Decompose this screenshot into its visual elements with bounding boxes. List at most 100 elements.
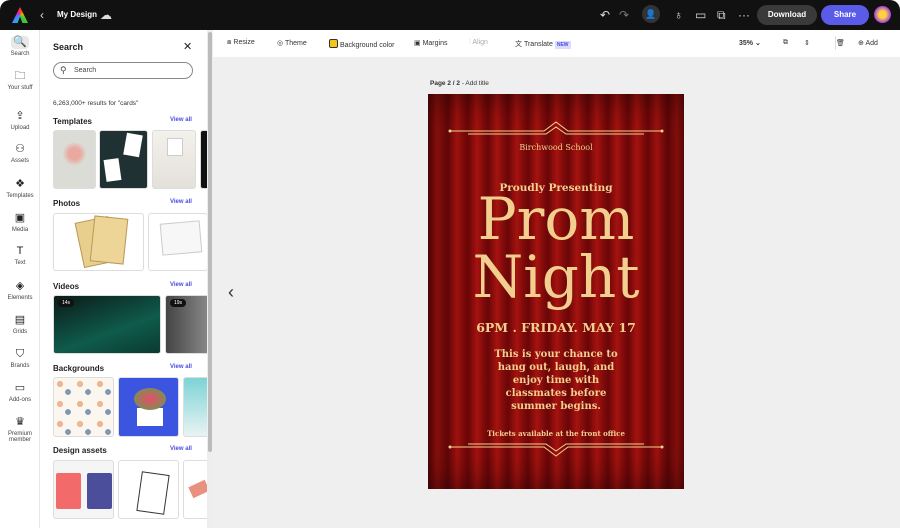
template-thumbnail[interactable] [99, 130, 148, 189]
rail-item-grids[interactable]: ▤ Grids [0, 314, 40, 335]
rail-item-add-ons[interactable]: ▭ Add-ons [0, 382, 40, 403]
rail-item-your-stuff[interactable]: 🗀 Your stuff [0, 70, 40, 91]
rail-item-assets[interactable]: ⚇ Assets [0, 143, 40, 164]
view-all-videos[interactable]: View all [170, 282, 192, 288]
rail-item-label: Search [10, 51, 30, 57]
rail-item-templates[interactable]: ❖ Templates [0, 178, 40, 199]
share-button[interactable]: Share [821, 5, 869, 25]
toolbar: ⧈ Resize ◎ Theme Background color ▣ Marg… [213, 30, 900, 57]
bottom-ornament [448, 443, 664, 457]
redo-icon[interactable]: ↷ [619, 8, 629, 22]
delete-icon[interactable]: 🗑 [836, 39, 845, 47]
search-icon: 🔍 [11, 36, 29, 49]
rail-item-upload[interactable]: ⇪ Upload [0, 110, 40, 131]
resize-button[interactable]: ⧈ Resize [227, 39, 255, 47]
tickets-text: Tickets available at the front office [487, 429, 625, 438]
rail-item-search[interactable]: 🔍 Search [0, 36, 40, 57]
canvas-area: ⧈ Resize ◎ Theme Background color ▣ Marg… [213, 30, 900, 528]
video-thumbnail[interactable]: 14s [53, 295, 161, 354]
headline-night: Night [472, 243, 640, 311]
rail-item-label: Assets [10, 158, 29, 164]
rail-item-label: Upload [10, 125, 30, 131]
video-duration: 19s [170, 299, 187, 307]
search-placeholder: Search [74, 67, 97, 74]
rail-item-label: Your stuff [7, 85, 33, 91]
page-label: Page 2 / 2 - Add title [430, 80, 489, 87]
view-all-backgrounds[interactable]: View all [170, 364, 192, 370]
event-description: This is your chance to hang out, laugh, … [494, 349, 618, 412]
section-backgrounds: Backgrounds [53, 364, 105, 373]
cloud-icon[interactable]: ☁ [100, 8, 112, 22]
invite-icon[interactable]: 👤 [642, 5, 660, 23]
templates-icon: ❖ [15, 178, 25, 190]
avatar[interactable] [874, 6, 891, 23]
rail-item-label: Text [14, 260, 26, 266]
rail-item-label: Add-ons [8, 397, 32, 403]
comment-icon[interactable]: ▭ [695, 8, 706, 22]
theme-button[interactable]: ◎ Theme [277, 39, 307, 47]
view-all-design-assets[interactable]: View all [170, 446, 192, 452]
school-name: Birchwood School [519, 143, 593, 152]
upload-icon: ⇪ [15, 110, 25, 122]
view-all-templates[interactable]: View all [170, 117, 192, 123]
photo-thumbnail[interactable] [53, 213, 144, 271]
rail-item-label: Media [11, 227, 29, 233]
addons-icon: ▭ [14, 382, 26, 394]
rail-item-text[interactable]: T Text [0, 245, 40, 266]
lightbulb-icon[interactable]: ♁ [674, 8, 683, 22]
rail-item-brands[interactable]: ⛉ Brands [0, 348, 40, 369]
close-icon[interactable]: ✕ [183, 40, 192, 53]
background-thumbnail[interactable] [118, 377, 179, 437]
download-button[interactable]: Download [757, 5, 817, 25]
design-asset-thumbnail[interactable] [183, 460, 208, 519]
margins-button[interactable]: ▣ Margins [414, 39, 447, 47]
rail-item-premium-member[interactable]: ♛ Premium member [0, 416, 40, 443]
background-thumbnail[interactable] [53, 377, 114, 437]
folder-icon: 🗀 [14, 70, 26, 82]
search-input[interactable]: ⚲ Search [53, 62, 193, 79]
add-title-link[interactable]: - Add title [462, 80, 489, 87]
rail-item-label: Premium member [7, 431, 32, 443]
photo-thumbnail[interactable] [148, 213, 208, 271]
translate-button[interactable]: 文 Translate NEW [515, 39, 571, 49]
view-all-photos[interactable]: View all [170, 199, 192, 205]
search-icon: ⚲ [60, 65, 67, 75]
media-icon: ▣ [14, 212, 26, 224]
duplicate-icon[interactable]: ⧉ [717, 8, 726, 23]
video-thumbnail[interactable]: 19s [165, 295, 208, 354]
rail-item-elements[interactable]: ◈ Elements [0, 280, 40, 301]
back-chevron-icon[interactable]: ‹ [40, 8, 44, 22]
section-design-assets: Design assets [53, 446, 107, 455]
new-badge: NEW [554, 41, 571, 49]
elements-icon: ◈ [15, 280, 25, 292]
align-button[interactable]: ⫶ Align [469, 39, 488, 47]
crown-icon: ♛ [15, 416, 25, 428]
panel-title: Search [53, 42, 84, 52]
video-duration: 14s [58, 299, 75, 307]
design-asset-thumbnail[interactable] [53, 460, 114, 519]
layout-icon[interactable]: ⇕ [804, 39, 810, 47]
background-thumbnail[interactable] [183, 377, 208, 437]
template-thumbnail[interactable] [53, 130, 96, 189]
pages-icon[interactable]: ⧉ [783, 39, 788, 47]
template-thumbnail[interactable] [152, 130, 196, 189]
results-count: 6,263,000+ results for "cards" [53, 100, 139, 107]
undo-icon[interactable]: ↶ [600, 8, 610, 22]
rail-item-label: Grids [12, 329, 28, 335]
previous-page-icon[interactable]: ‹ [228, 282, 234, 303]
background-color-button[interactable]: Background color [329, 39, 394, 49]
more-icon[interactable]: ··· [738, 8, 750, 22]
headline-prom: Prom [477, 185, 635, 253]
poster-page[interactable]: Birchwood School Proudly Presenting Prom… [428, 94, 684, 489]
top-bar: ‹ My Design ☁ ↶ ↷ 👤 ♁ ▭ ⧉ ··· Download S… [0, 0, 900, 30]
section-templates: Templates [53, 117, 92, 126]
rail-item-label: Elements [7, 295, 33, 301]
rail-item-media[interactable]: ▣ Media [0, 212, 40, 233]
adobe-express-logo[interactable] [12, 7, 28, 23]
zoom-select[interactable]: 35% ⌄ [739, 39, 761, 47]
add-button[interactable]: ⊕ Add [858, 39, 878, 47]
text-icon: T [16, 245, 24, 257]
design-asset-thumbnail[interactable] [118, 460, 179, 519]
color-swatch [329, 39, 338, 48]
document-title[interactable]: My Design [57, 10, 97, 19]
